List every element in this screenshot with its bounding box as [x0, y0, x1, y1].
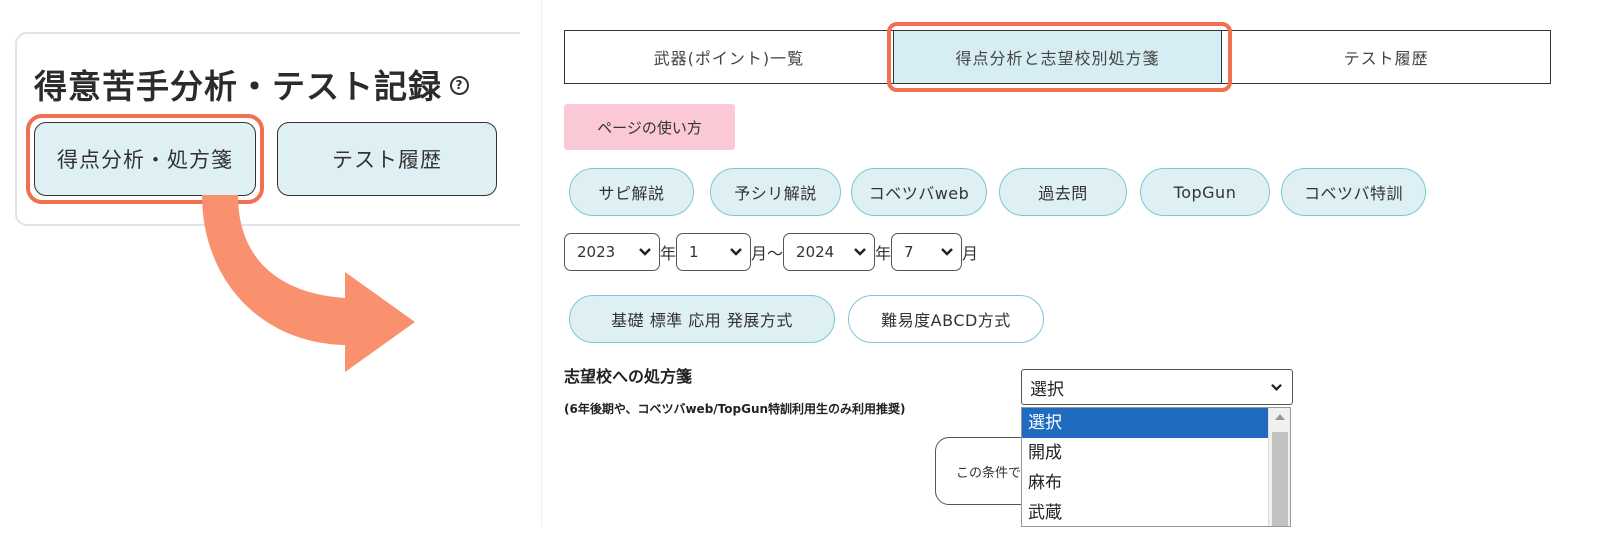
end-month-value: 7 [904, 243, 914, 261]
end-year-value: 2024 [796, 243, 835, 261]
right-panel: 武器(ポイント)一覧 得点分析と志望校別処方箋 テスト履歴 ページの使い方 サピ… [541, 0, 1600, 527]
source-topgun-button[interactable]: TopGun [1140, 168, 1270, 216]
source-past-exams-button[interactable]: 過去問 [999, 168, 1127, 216]
chevron-down-icon [854, 248, 866, 256]
chevron-down-icon [730, 248, 742, 256]
month-range-label: 月～ [751, 244, 784, 263]
help-icon[interactable]: ? [450, 76, 469, 95]
start-month-select[interactable]: 1 [676, 233, 752, 271]
left-page-title-text: 得意苦手分析・テスト記録 [34, 67, 442, 106]
mode-difficulty-abcd-button[interactable]: 難易度ABCD方式 [848, 295, 1044, 343]
test-history-button[interactable]: テスト履歴 [277, 122, 497, 196]
score-analysis-highlight [26, 114, 264, 204]
source-sapi-button[interactable]: サピ解説 [569, 168, 694, 216]
prescription-note: (6年後期や、コベツバweb/TopGun特訓利用生のみ利用推奨) [564, 402, 906, 416]
tab-highlight [887, 22, 1232, 92]
chevron-down-icon [941, 248, 953, 256]
start-month-value: 1 [689, 243, 699, 261]
source-kobetsuba-training-button[interactable]: コベツバ特訓 [1281, 168, 1426, 216]
howto-button[interactable]: ページの使い方 [564, 104, 735, 150]
source-kobetsuba-web-button[interactable]: コベツバweb [851, 168, 987, 216]
navigation-arrow-icon [202, 195, 415, 372]
year-label: 年 [660, 244, 677, 263]
start-year-value: 2023 [577, 243, 616, 261]
date-range: 2023 年 1 月～ 2024 年 7 月 [564, 233, 978, 271]
chevron-down-icon [639, 248, 651, 256]
left-page-title: 得意苦手分析・テスト記録? [34, 60, 469, 108]
school-option-azabu[interactable]: 麻布 [1022, 468, 1268, 498]
school-option-kaisei[interactable]: 開成 [1022, 438, 1268, 468]
end-month-label: 月 [962, 244, 979, 263]
tab-weapons[interactable]: 武器(ポイント)一覧 [565, 31, 893, 83]
dropdown-scrollbar[interactable] [1268, 408, 1290, 526]
end-month-select[interactable]: 7 [891, 233, 963, 271]
school-option-select[interactable]: 選択 [1022, 408, 1268, 438]
school-option-musashi[interactable]: 武蔵 [1022, 498, 1268, 526]
end-year-select[interactable]: 2024 [783, 233, 876, 271]
school-select[interactable]: 選択 [1021, 369, 1293, 405]
start-year-select[interactable]: 2023 [564, 233, 660, 271]
end-year-label: 年 [875, 244, 892, 263]
card-clip-mask [520, 0, 541, 559]
mode-basic-standard-button[interactable]: 基礎 標準 応用 発展方式 [569, 295, 835, 343]
prescription-label: 志望校への処方箋 [564, 367, 693, 386]
school-dropdown-list: 選択 開成 麻布 武蔵 [1021, 407, 1291, 527]
scroll-up-icon[interactable] [1275, 414, 1285, 420]
scrollbar-thumb[interactable] [1272, 432, 1288, 526]
tab-test-history[interactable]: テスト履歴 [1222, 31, 1550, 83]
school-select-value: 選択 [1030, 379, 1064, 400]
chevron-down-icon [1271, 383, 1282, 391]
source-yoshiri-button[interactable]: 予シリ解説 [710, 168, 841, 216]
